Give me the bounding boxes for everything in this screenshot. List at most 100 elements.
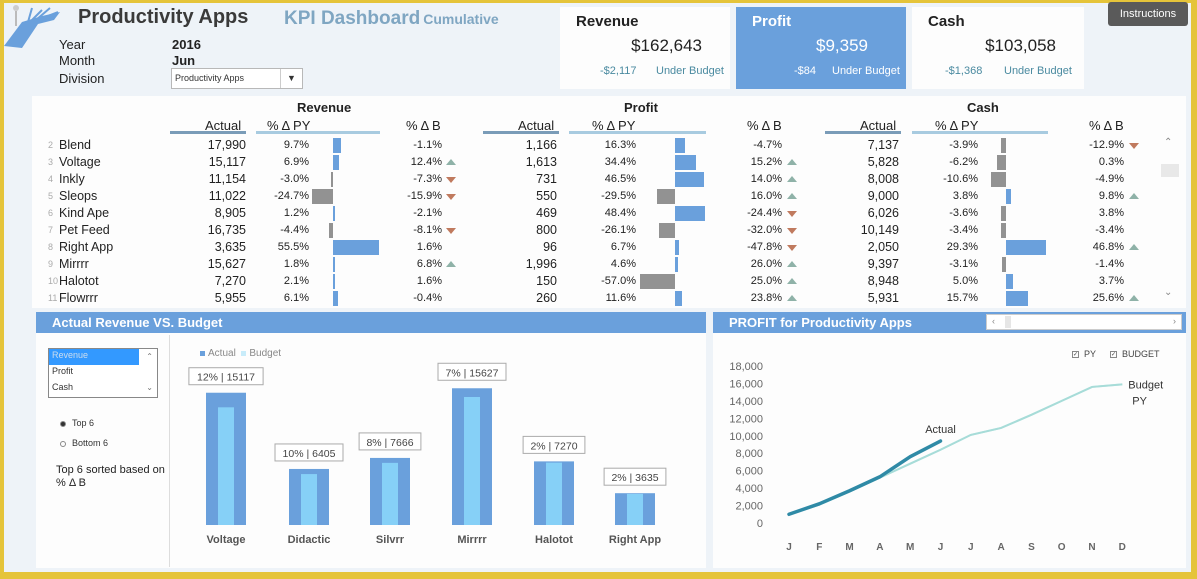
pro-py-bar bbox=[658, 223, 675, 238]
chevron-down-icon[interactable]: ▼ bbox=[280, 69, 302, 88]
pro-py-bar bbox=[675, 257, 678, 272]
pro-pct-b: 25.0% bbox=[750, 275, 782, 287]
pro-py-bar bbox=[675, 155, 697, 170]
rev-actual: 5,955 bbox=[214, 291, 246, 305]
kpi-delta: -$1,368 bbox=[945, 65, 983, 77]
radio-top-6[interactable]: Top 6 bbox=[60, 418, 94, 428]
bar-budget bbox=[627, 493, 643, 525]
row-number: 3 bbox=[48, 157, 54, 167]
rev-actual: 15,627 bbox=[207, 257, 246, 271]
kpi-card-profit[interactable]: Profit $9,359 -$84 Under Budget bbox=[736, 7, 906, 89]
table-scrollbar-thumb[interactable] bbox=[1161, 164, 1179, 177]
pro-pct-py: 46.5% bbox=[604, 173, 636, 185]
pro-pct-b: 16.0% bbox=[750, 190, 782, 202]
trend-up-icon bbox=[1129, 193, 1139, 199]
y-tick-label: 18,000 bbox=[729, 361, 763, 373]
division-dropdown-value: Productivity Apps bbox=[175, 73, 245, 83]
table-row: 5 Sleops 11,022 -24.7% -15.9% 550 -29.5% 16.0% 9… bbox=[0, 188, 1197, 205]
cash-pct-py: -3.1% bbox=[949, 258, 978, 270]
rev-pct-py: 1.2% bbox=[283, 207, 309, 219]
kpi-card-cash[interactable]: Cash $103,058 -$1,368 Under Budget bbox=[912, 7, 1084, 89]
rev-actual: 16,735 bbox=[207, 223, 246, 237]
cash-actual: 8,948 bbox=[867, 274, 899, 288]
y-tick-label: 10,000 bbox=[729, 431, 763, 443]
row-app-name: Right App bbox=[59, 240, 114, 254]
pro-pct-b: 14.0% bbox=[750, 173, 782, 185]
col-header-pct-b: % Δ B bbox=[747, 118, 782, 133]
instructions-button[interactable]: Instructions bbox=[1108, 2, 1188, 26]
y-tick-label: 4,000 bbox=[735, 483, 763, 495]
trend-up-icon bbox=[1129, 244, 1139, 250]
metric-listbox[interactable]: Revenue Profit Cash ⌃ ⌄ bbox=[48, 348, 158, 398]
row-app-name: Pet Feed bbox=[59, 223, 110, 237]
pro-pct-b: 26.0% bbox=[750, 258, 782, 270]
rev-pct-py: 9.7% bbox=[283, 139, 309, 151]
cash-py-bar bbox=[1001, 223, 1006, 238]
metric-option-revenue[interactable]: Revenue bbox=[49, 349, 139, 365]
legend-label-actual: Actual bbox=[208, 348, 236, 359]
rev-pct-b: -15.9% bbox=[407, 190, 442, 202]
cash-pct-py: 15.7% bbox=[946, 292, 978, 304]
annotation-actual: Actual bbox=[925, 424, 956, 436]
radio-label: Top 6 bbox=[72, 418, 95, 428]
scroll-right-icon[interactable]: › bbox=[1173, 316, 1176, 326]
cash-pct-b: 0.3% bbox=[1098, 156, 1124, 168]
cash-pct-b: 3.8% bbox=[1098, 207, 1124, 219]
chevron-up-icon[interactable]: ⌃ bbox=[146, 352, 153, 361]
rev-pct-b: -8.1% bbox=[413, 224, 442, 236]
section-title-cash: Cash bbox=[967, 100, 999, 115]
trend-up-icon bbox=[446, 261, 456, 267]
trend-up-icon bbox=[787, 176, 797, 182]
pro-actual: 469 bbox=[536, 206, 557, 220]
trend-down-icon bbox=[1129, 143, 1139, 149]
header-underline bbox=[825, 131, 901, 134]
row-number: 2 bbox=[48, 140, 54, 150]
scroll-up-icon[interactable]: ⌃ bbox=[1164, 137, 1172, 148]
cash-pct-b: 46.8% bbox=[1092, 241, 1124, 253]
division-dropdown[interactable]: Productivity Apps ▼ bbox=[171, 68, 303, 89]
data-label: 2% | 7270 bbox=[530, 440, 577, 452]
header-underline bbox=[483, 131, 559, 134]
x-tick-label: J bbox=[968, 542, 974, 553]
scroll-left-icon[interactable]: ‹ bbox=[992, 316, 995, 326]
pro-pct-b: 15.2% bbox=[750, 156, 782, 168]
metric-option-cash[interactable]: Cash bbox=[49, 381, 139, 397]
pro-pct-py: 6.7% bbox=[610, 241, 636, 253]
month-scrollbar[interactable]: ‹ › bbox=[986, 314, 1182, 330]
row-number: 8 bbox=[48, 242, 54, 252]
scroll-down-icon[interactable]: ⌄ bbox=[1164, 287, 1172, 298]
rev-pct-py: 6.1% bbox=[283, 292, 309, 304]
data-label: 2% | 3635 bbox=[611, 472, 658, 484]
rev-pct-b: 1.6% bbox=[416, 241, 442, 253]
table-row: 8 Right App 3,635 55.5% 1.6% 96 6.7% -47.8% 2,05… bbox=[0, 239, 1197, 256]
radio-bottom-6[interactable]: Bottom 6 bbox=[60, 438, 108, 448]
chevron-down-icon[interactable]: ⌄ bbox=[146, 383, 153, 392]
kpi-card-revenue[interactable]: Revenue $162,643 -$2,117 Under Budget bbox=[560, 7, 730, 89]
row-number: 4 bbox=[48, 174, 54, 184]
y-tick-label: 16,000 bbox=[729, 378, 763, 390]
pro-py-bar bbox=[639, 274, 675, 289]
rev-pct-py: -4.4% bbox=[280, 224, 309, 236]
pro-actual: 96 bbox=[543, 240, 557, 254]
metric-option-profit[interactable]: Profit bbox=[49, 365, 139, 381]
table-row: 4 Inkly 11,154 -3.0% -7.3% 731 46.5% 14.0% 8,008… bbox=[0, 171, 1197, 188]
cash-py-bar bbox=[1006, 240, 1047, 255]
pro-pct-py: 48.4% bbox=[604, 207, 636, 219]
pro-pct-b: -4.7% bbox=[753, 139, 782, 151]
category-label: Halotot bbox=[535, 534, 573, 546]
cash-actual: 10,149 bbox=[860, 223, 899, 237]
rev-actual: 11,022 bbox=[208, 189, 246, 203]
data-label: 8% | 7666 bbox=[366, 437, 413, 449]
bar-budget bbox=[382, 462, 398, 525]
cash-py-bar bbox=[1006, 189, 1012, 204]
year-value: 2016 bbox=[172, 37, 201, 52]
rev-py-bar bbox=[333, 155, 339, 170]
cash-actual: 9,000 bbox=[867, 189, 899, 203]
scrollbar-thumb[interactable] bbox=[1005, 316, 1011, 328]
pro-pct-py: 16.3% bbox=[604, 139, 636, 151]
row-number: 9 bbox=[48, 259, 54, 269]
bar-budget bbox=[546, 462, 562, 525]
rev-pct-b: -1.1% bbox=[413, 139, 442, 151]
pro-pct-py: 4.6% bbox=[610, 258, 636, 270]
x-tick-label: M bbox=[906, 542, 914, 553]
